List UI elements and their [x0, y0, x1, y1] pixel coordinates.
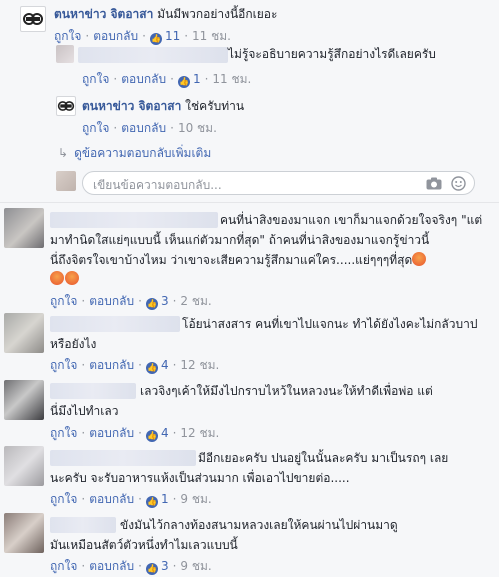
reply-link[interactable]: ตอบกลับ: [89, 426, 134, 440]
timestamp[interactable]: 9 ชม.: [180, 492, 211, 506]
reply-link[interactable]: ตอบกลับ: [121, 121, 166, 135]
comment-text: ใช่ครับท่าน: [185, 99, 245, 113]
comment-actions: ถูกใจ · ตอบกลับ · 👍 1 · 11 ชม.: [82, 72, 252, 88]
reply-link[interactable]: ตอบกลับ: [89, 358, 134, 372]
like-icon: 👍: [145, 430, 158, 442]
comment-author[interactable]: [50, 517, 116, 533]
comment-actions: ถูกใจ · ตอบกลับ · 👍 1 · 9 ชม.: [50, 492, 212, 508]
angry-emoji-icon: [50, 271, 64, 285]
view-more-replies[interactable]: ↳ ดูข้อความตอบกลับเพิ่มเติม: [58, 144, 211, 163]
comment-actions: ถูกใจ · ตอบกลับ · 👍 4 · 12 ชม.: [50, 358, 220, 374]
divider: [0, 202, 499, 203]
current-user-avatar: [56, 171, 76, 191]
comment-text: โอ้ยน่าสงสาร คนที่เขาไปแจกนะ ทำได้ยังไงค…: [182, 317, 478, 331]
like-icon: 👍: [145, 563, 158, 575]
timestamp[interactable]: 9 ชม.: [180, 559, 211, 573]
comment-text: ขังมันไว้กลางท้องสนามหลวงเลยให้คนผ่านไปผ…: [120, 518, 398, 532]
reply-link[interactable]: ตอบกลับ: [121, 72, 166, 86]
reply-link[interactable]: ตอบกลับ: [93, 29, 138, 43]
emoji-icon[interactable]: [451, 176, 466, 191]
like-count[interactable]: 4: [161, 426, 169, 440]
like-link[interactable]: ถูกใจ: [50, 559, 77, 573]
comment-actions: ถูกใจ · ตอบกลับ · 👍 3 · 9 ชม.: [50, 559, 212, 575]
angry-emoji-icon: [412, 252, 427, 266]
like-link[interactable]: ถูกใจ: [82, 72, 109, 86]
comment-text: นี่ถึงจิตรใจเขาบ้างไหม ว่าเขาจะเสียความร…: [50, 250, 427, 270]
view-more-replies-label: ดูข้อความตอบกลับเพิ่มเติม: [74, 146, 212, 160]
comment-text-line: นี่ถึงจิตรใจเขาบ้างไหม ว่าเขาจะเสียความร…: [50, 253, 413, 267]
like-link[interactable]: ถูกใจ: [82, 121, 109, 135]
timestamp[interactable]: 11 ชม.: [192, 29, 231, 43]
timestamp[interactable]: 2 ชม.: [180, 294, 211, 308]
comment-text: ไม่รู้จะอธิบายความรู้สึกอย่างไรดีเลยครับ: [228, 47, 436, 61]
reply-input-placeholder: เขียนข้อความตอบกลับ...: [93, 178, 222, 192]
comment-author[interactable]: [50, 450, 196, 466]
comment-text: มีอีกเยอะครับ ปนอยู่ในนั้นละครับ มาเป็นร…: [198, 451, 449, 465]
avatar[interactable]: [4, 313, 44, 353]
like-link[interactable]: ถูกใจ: [50, 492, 77, 506]
comment-author[interactable]: ตนหาข่าว จิตอาสา: [54, 7, 153, 21]
reply-link[interactable]: ตอบกลับ: [89, 294, 134, 308]
like-count[interactable]: 1: [193, 72, 201, 86]
avatar[interactable]: [4, 208, 44, 248]
like-count[interactable]: 4: [161, 358, 169, 372]
timestamp[interactable]: 12 ชม.: [180, 426, 219, 440]
timestamp[interactable]: 10 ชม.: [178, 121, 217, 135]
comment-author[interactable]: [50, 316, 180, 332]
page-logo-icon: [57, 101, 75, 111]
comment-section: ตนหาข่าว จิตอาสา มันมีพวกอย่างนี้อีกเยอะ…: [0, 0, 499, 577]
comment-actions: ถูกใจ · ตอบกลับ · 👍 4 · 12 ชม.: [50, 426, 220, 442]
like-count[interactable]: 3: [161, 559, 169, 573]
avatar[interactable]: [4, 513, 44, 553]
comment-text: คนที่น่าสิงของมาแจก เขาก็มาแจกด้วยใจจริง…: [220, 213, 483, 227]
comment-actions: ถูกใจ · ตอบกลับ · 👍 11 · 11 ชม.: [54, 29, 231, 45]
like-icon: 👍: [145, 496, 158, 508]
comment-text: มาทำนิดใสแย่ๆแบบนี้ เห็นแก่ตัวมากที่สุด"…: [50, 233, 430, 247]
like-link[interactable]: ถูกใจ: [50, 294, 77, 308]
like-count[interactable]: 3: [161, 294, 169, 308]
like-icon: 👍: [177, 76, 190, 88]
timestamp[interactable]: 11 ชม.: [212, 72, 251, 86]
like-link[interactable]: ถูกใจ: [54, 29, 81, 43]
like-link[interactable]: ถูกใจ: [50, 358, 77, 372]
comment-author[interactable]: [50, 383, 136, 399]
comment-body: ตนหาข่าว จิตอาสา มันมีพวกอย่างนี้อีกเยอะ: [54, 4, 277, 24]
comment-author[interactable]: [50, 212, 218, 228]
timestamp[interactable]: 12 ชม.: [180, 358, 219, 372]
like-icon: 👍: [149, 33, 162, 45]
like-link[interactable]: ถูกใจ: [50, 426, 77, 440]
comment-author[interactable]: [78, 47, 228, 63]
reply-link[interactable]: ตอบกลับ: [89, 559, 134, 573]
comment-text: มันเหมือนสัตว์ตัวหนึ่งทำไมเลวแบบนี้: [50, 538, 238, 552]
comment-body: ตนหาข่าว จิตอาสา ใช่ครับท่าน: [82, 96, 244, 116]
comment-text: เลวจิงๆเค้าให้มึงไปกราบไหว้ในหลวงนะให้ทำ…: [140, 384, 433, 398]
emoji-row: [50, 271, 80, 286]
avatar[interactable]: [4, 380, 44, 420]
comment-actions: ถูกใจ · ตอบกลับ · 👍 3 · 2 ชม.: [50, 294, 212, 310]
comment-text: นะครับ จะรับอาหารแห้งเป็นส่วนมาก เพื่อเอ…: [50, 471, 350, 485]
camera-icon[interactable]: [426, 177, 442, 190]
angry-emoji-icon: [65, 271, 79, 285]
page-logo-icon: [23, 13, 43, 25]
comment-text: มันมีพวกอย่างนี้อีกเยอะ: [157, 7, 278, 21]
like-count[interactable]: 1: [161, 492, 169, 506]
avatar[interactable]: [4, 446, 44, 486]
avatar[interactable]: [56, 45, 74, 63]
reply-link[interactable]: ตอบกลับ: [89, 492, 134, 506]
like-icon: 👍: [145, 298, 158, 310]
comment-text: หรือยังไง: [50, 337, 97, 351]
reply-input[interactable]: เขียนข้อความตอบกลับ...: [82, 171, 475, 195]
comment-text: นี่มึงไปทำเลว: [50, 404, 119, 418]
reply-arrow-icon: ↳: [58, 146, 69, 160]
avatar[interactable]: [56, 96, 76, 116]
avatar[interactable]: [20, 6, 46, 32]
like-icon: 👍: [145, 362, 158, 374]
comment-author[interactable]: ตนหาข่าว จิตอาสา: [82, 99, 181, 113]
like-count[interactable]: 11: [165, 29, 180, 43]
comment-actions: ถูกใจ · ตอบกลับ · 10 ชม.: [82, 121, 217, 135]
